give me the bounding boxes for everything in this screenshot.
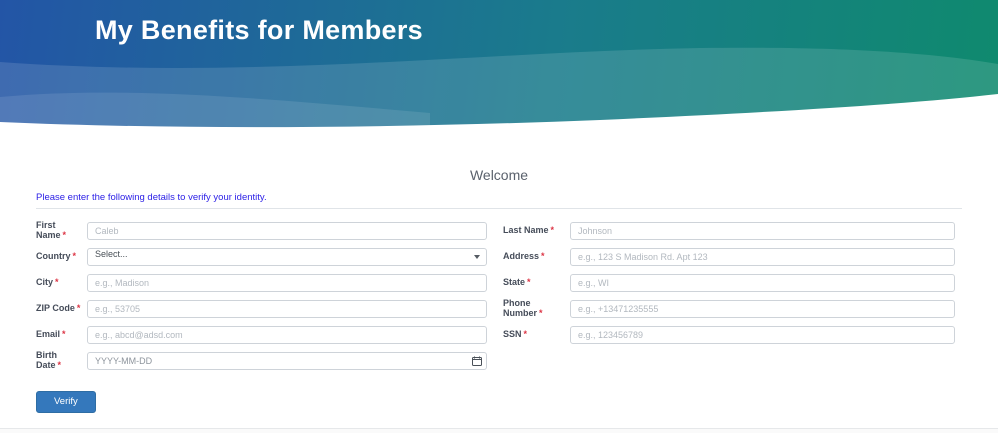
- identity-instruction-text: Please enter the following details to ve…: [36, 192, 267, 203]
- section-divider: [36, 208, 962, 209]
- identity-verification-form: First Name* Country* Select... City* ZIP…: [36, 220, 955, 413]
- state-label: State *: [503, 277, 531, 288]
- required-asterisk: *: [55, 277, 59, 288]
- phone-number-label: Phone Number *: [503, 298, 543, 318]
- verify-button[interactable]: Verify: [36, 391, 96, 413]
- required-asterisk: *: [523, 329, 528, 340]
- required-asterisk: *: [76, 303, 81, 314]
- required-asterisk: *: [72, 251, 77, 262]
- required-asterisk: *: [62, 329, 66, 340]
- welcome-heading: Welcome: [469, 167, 529, 183]
- birth-date-input[interactable]: [87, 352, 487, 370]
- birth-date-label: Birth Date *: [36, 350, 62, 370]
- country-select[interactable]: Select...: [87, 248, 487, 266]
- required-asterisk: *: [539, 308, 543, 318]
- country-row: Country * Select...: [36, 248, 487, 266]
- required-asterisk: *: [541, 251, 545, 262]
- last-name-label: Last Name *: [503, 225, 555, 236]
- form-column-right: Last Name* Address* State* Phone Number*…: [503, 222, 955, 413]
- first-name-row: First Name *: [36, 220, 487, 240]
- ssn-label: SSN *: [503, 329, 528, 340]
- required-asterisk: *: [550, 225, 555, 236]
- city-label: City *: [36, 277, 59, 288]
- phone-number-row: Phone Number *: [503, 298, 955, 318]
- zip-code-input[interactable]: [87, 300, 487, 318]
- city-input[interactable]: [87, 274, 487, 292]
- required-asterisk: *: [527, 277, 531, 288]
- required-asterisk: *: [62, 230, 67, 240]
- calendar-icon[interactable]: [472, 356, 482, 366]
- birth-date-row: Birth Date *: [36, 350, 487, 370]
- zip-code-row: ZIP Code *: [36, 300, 487, 318]
- footer-divider: [0, 428, 998, 433]
- country-label: Country *: [36, 251, 77, 262]
- ssn-input[interactable]: [570, 326, 955, 344]
- first-name-label: First Name *: [36, 220, 67, 240]
- city-row: City *: [36, 274, 487, 292]
- ssn-row: SSN *: [503, 326, 955, 344]
- app-title: My Benefits for Members: [95, 15, 423, 45]
- header-banner: My Benefits for Members: [0, 0, 998, 130]
- address-row: Address *: [503, 248, 955, 266]
- email-input[interactable]: [87, 326, 487, 344]
- phone-number-input[interactable]: [570, 300, 955, 318]
- address-label: Address *: [503, 251, 545, 262]
- last-name-input[interactable]: [570, 222, 955, 240]
- state-input[interactable]: [570, 274, 955, 292]
- address-input[interactable]: [570, 248, 955, 266]
- first-name-input[interactable]: [87, 222, 487, 240]
- state-row: State *: [503, 274, 955, 292]
- required-asterisk: *: [57, 360, 62, 370]
- caret-down-icon: [474, 255, 480, 259]
- last-name-row: Last Name *: [503, 222, 955, 240]
- zip-code-label: ZIP Code *: [36, 303, 81, 314]
- email-row: Email *: [36, 326, 487, 344]
- email-label: Email *: [36, 329, 66, 340]
- form-column-left: First Name* Country* Select... City* ZIP…: [36, 220, 487, 413]
